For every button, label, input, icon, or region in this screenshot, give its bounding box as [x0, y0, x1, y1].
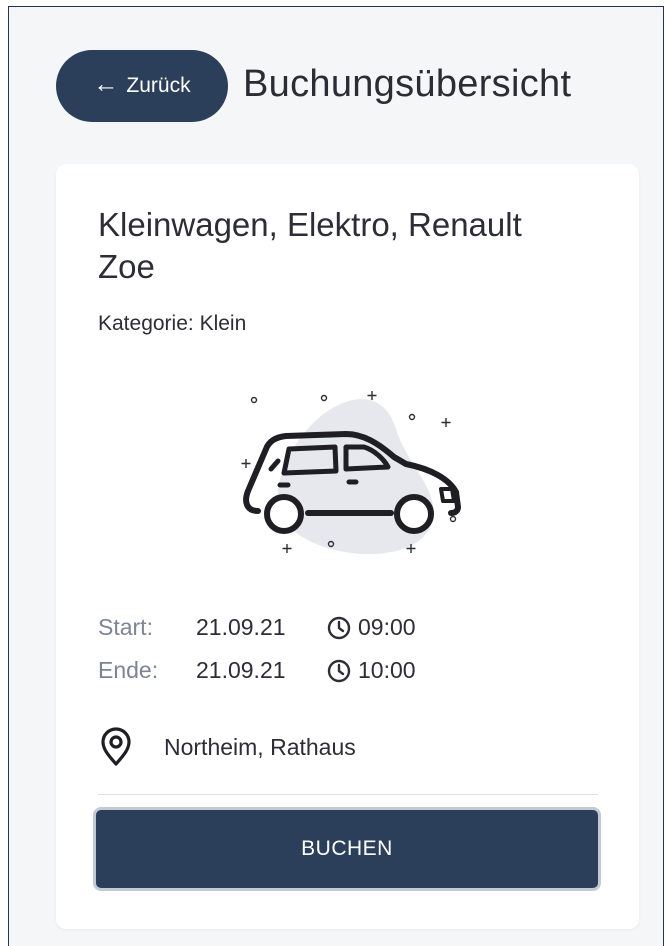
start-label: Start: [98, 614, 153, 640]
start-date: 21.09.21 [196, 614, 286, 640]
clock-icon [327, 616, 351, 639]
back-button[interactable]: ← Zurück [56, 50, 228, 122]
arrow-left-icon: ← [93, 70, 119, 98]
divider [98, 794, 598, 795]
end-date: 21.09.21 [196, 657, 286, 683]
booking-card: Kleinwagen, Elektro, Renault Zoe Kategor… [56, 164, 639, 929]
car-category: Kategorie: Klein [98, 312, 247, 335]
end-row: Ende: 21.09.21 10:00 [98, 657, 416, 684]
app-frame: ← Zurück Buchungsübersicht Kleinwagen, E… [8, 6, 664, 946]
page-title: Buchungsübersicht [243, 63, 572, 105]
location-text: Northeim, Rathaus [164, 733, 356, 760]
car-illustration [241, 391, 461, 555]
book-button[interactable]: BUCHEN [93, 807, 601, 891]
start-row: Start: 21.09.21 09:00 [98, 614, 416, 641]
car-name: Kleinwagen, Elektro, Renault Zoe [98, 206, 522, 285]
end-time: 10:00 [358, 657, 416, 683]
back-button-label: Zurück [126, 74, 191, 97]
end-label: Ende: [98, 657, 159, 683]
location-row: Northeim, Rathaus [98, 727, 356, 767]
start-time: 09:00 [358, 614, 416, 640]
clock-icon [327, 659, 351, 682]
map-pin-icon [101, 727, 131, 766]
